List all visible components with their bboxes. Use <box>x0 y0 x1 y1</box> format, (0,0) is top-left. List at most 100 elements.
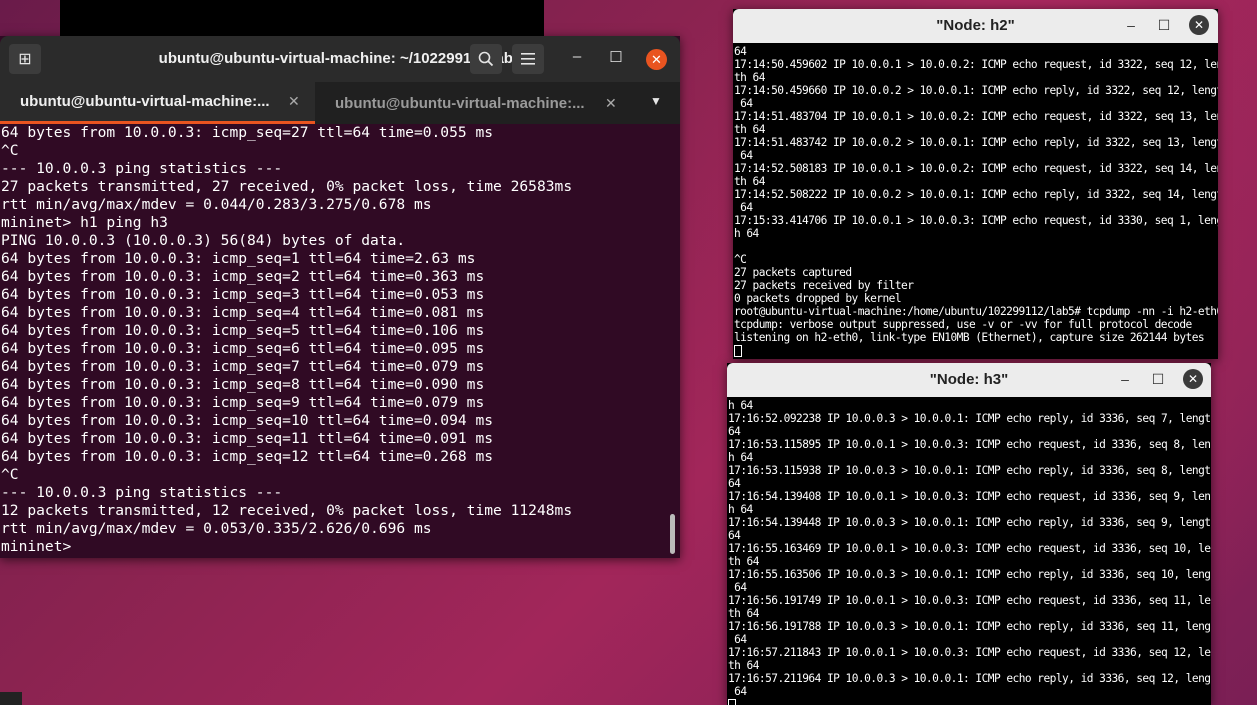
new-tab-icon[interactable]: ⊞ <box>9 44 41 74</box>
tab-close-icon[interactable]: ✕ <box>605 95 617 112</box>
node_h3-line: 17:16:53.115895 IP 10.0.0.1 > 10.0.0.3: … <box>728 438 1211 451</box>
node_h2-line: listening on h2-eth0, link-type EN10MB (… <box>734 331 1205 344</box>
terminal-scrollbar[interactable] <box>670 514 675 554</box>
node-h3-titlebar: "Node: h3" – ☐ ✕ <box>727 363 1211 397</box>
terminal-line: 12 packets transmitted, 12 received, 0% … <box>1 502 573 519</box>
tab-label: ubuntu@ubuntu-virtual-machine:... <box>335 94 585 112</box>
node_h3-line: h 64 <box>728 451 753 464</box>
node_h2-line: 17:14:50.459660 IP 10.0.0.2 > 10.0.0.1: … <box>734 84 1218 97</box>
node_h3-line: 17:16:56.191788 IP 10.0.0.3 > 10.0.0.1: … <box>728 620 1211 633</box>
tab-1[interactable]: ubuntu@ubuntu-virtual-machine:... ✕ <box>0 82 315 124</box>
node-h2-output[interactable]: 64 17:14:50.459602 IP 10.0.0.1 > 10.0.0.… <box>734 45 1218 359</box>
node_h3-line: 17:16:55.163469 IP 10.0.0.1 > 10.0.0.3: … <box>728 542 1211 555</box>
node_h3-line: 17:16:53.115938 IP 10.0.0.3 > 10.0.0.1: … <box>728 464 1211 477</box>
tab-bar: ubuntu@ubuntu-virtual-machine:... ✕ ubun… <box>0 82 680 124</box>
node_h2-line: 64 <box>734 201 753 214</box>
node_h3-line: 64 <box>728 529 741 542</box>
tab-label: ubuntu@ubuntu-virtual-machine:... <box>20 93 270 110</box>
terminal-line: mininet> <box>1 538 81 555</box>
terminal-line: 64 bytes from 10.0.0.3: icmp_seq=4 ttl=6… <box>1 304 485 321</box>
terminal-line: 64 bytes from 10.0.0.3: icmp_seq=27 ttl=… <box>1 124 494 141</box>
node_h3-line: 17:16:54.139448 IP 10.0.0.3 > 10.0.0.1: … <box>728 516 1211 529</box>
node_h2-line: th 64 <box>734 175 765 188</box>
hamburger-menu-icon[interactable] <box>512 44 544 74</box>
terminal-line: ^C <box>1 466 19 483</box>
terminal-output[interactable]: 64 bytes from 10.0.0.3: icmp_seq=27 ttl=… <box>0 124 668 558</box>
close-icon[interactable]: ✕ <box>1189 15 1209 35</box>
terminal-line: 27 packets transmitted, 27 received, 0% … <box>1 178 573 195</box>
node_h2-line: 64 <box>734 45 747 58</box>
node_h2-line: th 64 <box>734 123 765 136</box>
terminal-line: ^C <box>1 142 19 159</box>
node_h2-line: 27 packets captured <box>734 266 852 279</box>
node_h3-line: 17:16:55.163506 IP 10.0.0.3 > 10.0.0.1: … <box>728 568 1211 581</box>
search-icon[interactable] <box>470 44 502 74</box>
node_h3-line: 17:16:52.092238 IP 10.0.0.3 > 10.0.0.1: … <box>728 412 1211 425</box>
tab-2[interactable]: ubuntu@ubuntu-virtual-machine:... ✕ <box>315 82 635 124</box>
terminal-text: 64 bytes from 10.0.0.3: icmp_seq=27 ttl=… <box>0 124 668 556</box>
tab-close-icon[interactable]: ✕ <box>288 93 300 110</box>
node-h2-title: "Node: h2" <box>936 17 1015 34</box>
cursor <box>734 345 742 357</box>
maximize-icon[interactable]: ☐ <box>1155 17 1173 34</box>
node-h2-window: "Node: h2" – ☐ ✕ 64 17:14:50.459602 IP 1… <box>733 9 1218 359</box>
node_h3-line: 64 <box>728 477 741 490</box>
terminal-line: --- 10.0.0.3 ping statistics --- <box>1 160 283 177</box>
node_h2-line: th 64 <box>734 71 765 84</box>
terminal-line: mininet> h1 ping h3 <box>1 214 168 231</box>
node_h3-line: th 64 <box>728 659 759 672</box>
node_h3-line: 64 <box>728 685 747 698</box>
close-icon[interactable]: ✕ <box>1183 369 1203 389</box>
terminal-line: 64 bytes from 10.0.0.3: icmp_seq=6 ttl=6… <box>1 340 485 357</box>
terminal-line: --- 10.0.0.3 ping statistics --- <box>1 484 283 501</box>
node_h3-line: 64 <box>728 581 747 594</box>
node_h2-line: 17:14:52.508183 IP 10.0.0.1 > 10.0.0.2: … <box>734 162 1218 175</box>
terminal-line: 64 bytes from 10.0.0.3: icmp_seq=8 ttl=6… <box>1 376 485 393</box>
terminal-line: 64 bytes from 10.0.0.3: icmp_seq=10 ttl=… <box>1 412 494 429</box>
node_h2-line: 64 <box>734 97 753 110</box>
close-icon[interactable]: ✕ <box>646 49 667 70</box>
terminal-line: 64 bytes from 10.0.0.3: icmp_seq=7 ttl=6… <box>1 358 485 375</box>
node_h2-line: 64 <box>734 149 753 162</box>
node_h2-line: 17:15:33.414706 IP 10.0.0.1 > 10.0.0.3: … <box>734 214 1218 227</box>
node-h3-output[interactable]: h 64 17:16:52.092238 IP 10.0.0.3 > 10.0.… <box>728 399 1211 705</box>
node_h2-line: 27 packets received by filter <box>734 279 914 292</box>
terminal-line: 64 bytes from 10.0.0.3: icmp_seq=5 ttl=6… <box>1 322 485 339</box>
minimize-icon[interactable]: – <box>1122 17 1140 33</box>
terminal-header-bar: ⊞ ubuntu@ubuntu-virtual-machine: ~/10229… <box>0 36 680 82</box>
terminal-line: rtt min/avg/max/mdev = 0.044/0.283/3.275… <box>1 196 432 213</box>
maximize-icon[interactable]: ☐ <box>1149 371 1167 388</box>
node_h3-line: h 64 <box>728 399 753 412</box>
node_h2-line: h 64 <box>734 227 759 240</box>
node-h3-text: h 64 17:16:52.092238 IP 10.0.0.3 > 10.0.… <box>728 399 1211 705</box>
dock-corner <box>0 692 22 705</box>
node_h2-line: 17:14:50.459602 IP 10.0.0.1 > 10.0.0.2: … <box>734 58 1218 71</box>
node-h2-titlebar: "Node: h2" – ☐ ✕ <box>733 9 1218 43</box>
node_h3-line: th 64 <box>728 607 759 620</box>
maximize-icon[interactable]: ☐ <box>605 48 627 66</box>
node_h2-line: 17:14:52.508222 IP 10.0.0.2 > 10.0.0.1: … <box>734 188 1218 201</box>
node_h3-line: 17:16:57.211964 IP 10.0.0.3 > 10.0.0.1: … <box>728 672 1211 685</box>
node_h2-line: 0 packets dropped by kernel <box>734 292 902 305</box>
chevron-down-icon[interactable]: ▼ <box>650 94 662 108</box>
terminal-line: 64 bytes from 10.0.0.3: icmp_seq=3 ttl=6… <box>1 286 485 303</box>
node_h2-line: ^C <box>734 253 747 266</box>
node_h3-line: th 64 <box>728 555 759 568</box>
node-h2-text: 64 17:14:50.459602 IP 10.0.0.1 > 10.0.0.… <box>734 45 1218 357</box>
minimize-icon[interactable]: – <box>566 48 588 65</box>
node_h2-line: 17:14:51.483704 IP 10.0.0.1 > 10.0.0.2: … <box>734 110 1218 123</box>
node_h2-line: 17:14:51.483742 IP 10.0.0.2 > 10.0.0.1: … <box>734 136 1218 149</box>
terminal-line: rtt min/avg/max/mdev = 0.053/0.335/2.626… <box>1 520 432 537</box>
background-window <box>60 0 544 40</box>
node_h2-line: root@ubuntu-virtual-machine:/home/ubuntu… <box>734 305 1218 318</box>
terminal-window: ⊞ ubuntu@ubuntu-virtual-machine: ~/10229… <box>0 36 680 558</box>
node_h3-line: h 64 <box>728 503 753 516</box>
terminal-line: 64 bytes from 10.0.0.3: icmp_seq=9 ttl=6… <box>1 394 485 411</box>
node_h3-line: 17:16:57.211843 IP 10.0.0.1 > 10.0.0.3: … <box>728 646 1211 659</box>
node-h3-title: "Node: h3" <box>929 371 1009 388</box>
node_h2-line: tcpdump: verbose output suppressed, use … <box>734 318 1192 331</box>
node_h3-line: 64 <box>728 633 747 646</box>
terminal-line: 64 bytes from 10.0.0.3: icmp_seq=11 ttl=… <box>1 430 494 447</box>
node_h3-line: 64 <box>728 425 741 438</box>
minimize-icon[interactable]: – <box>1116 371 1134 387</box>
